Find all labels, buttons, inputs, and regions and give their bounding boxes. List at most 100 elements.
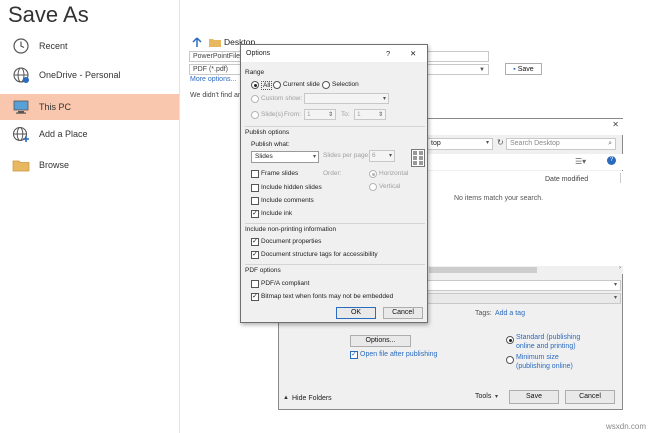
folder-icon: [12, 160, 30, 172]
view-options-icon[interactable]: ☰▾: [575, 157, 586, 166]
from-value: 1: [307, 111, 311, 118]
slides-per-page-select[interactable]: 6 ▾: [369, 150, 395, 162]
doc-properties-label: Document properties: [261, 238, 322, 245]
spinner-icon: ⇕: [377, 112, 383, 118]
scroll-right-icon[interactable]: ›: [619, 265, 621, 271]
ok-button[interactable]: OK: [336, 307, 376, 319]
range-heading: Range: [245, 69, 265, 76]
options-button[interactable]: Options...: [350, 335, 411, 347]
save-button[interactable]: ▪ Save: [505, 63, 542, 75]
place-label: Recent: [39, 41, 68, 51]
up-arrow-icon[interactable]: [192, 37, 202, 48]
options-title: Options: [246, 50, 271, 57]
help-icon[interactable]: ?: [607, 156, 616, 165]
place-browse[interactable]: Browse: [0, 152, 179, 178]
vertical-label: Vertical: [379, 183, 401, 190]
include-ink-checkbox[interactable]: ✓: [251, 210, 259, 218]
range-all-radio[interactable]: [251, 81, 259, 89]
pane-divider: [179, 0, 180, 433]
chevron-down-icon: ▼: [479, 67, 485, 73]
doc-properties-checkbox[interactable]: ✓: [251, 238, 259, 246]
publish-what-label: Publish what:: [251, 141, 290, 148]
pdfa-label: PDF/A compliant: [261, 280, 310, 287]
structure-tags-checkbox[interactable]: ✓: [251, 251, 259, 259]
place-recent[interactable]: Recent: [0, 33, 179, 59]
divider: [245, 264, 425, 265]
add-tag-link[interactable]: Add a tag: [495, 310, 525, 317]
divider: [245, 126, 425, 127]
frame-slides-checkbox[interactable]: [251, 170, 259, 178]
include-comments-label: Include comments: [261, 197, 314, 204]
filetype-value: PDF (*.pdf): [193, 66, 229, 73]
to-spinner[interactable]: 1 ⇕: [354, 109, 386, 120]
divider: [245, 223, 425, 224]
chevron-down-icon[interactable]: ▾: [495, 393, 498, 400]
search-input[interactable]: Search Desktop ⌕: [506, 138, 616, 150]
refresh-icon[interactable]: ↻: [497, 138, 504, 147]
standard-label-2: online and printing): [516, 343, 576, 350]
include-ink-label: Include ink: [261, 210, 293, 217]
search-icon: ⌕: [608, 140, 612, 147]
chevron-down-icon[interactable]: ▾: [486, 139, 489, 146]
publish-save-button[interactable]: Save: [509, 390, 559, 404]
bitmap-text-checkbox[interactable]: ✓: [251, 293, 259, 301]
custom-show-select[interactable]: ▾: [304, 93, 389, 104]
open-after-checkbox[interactable]: ✓: [350, 351, 358, 359]
vertical-radio[interactable]: [369, 183, 377, 191]
pdfa-checkbox[interactable]: [251, 280, 259, 288]
spinner-icon: ⇕: [327, 112, 333, 118]
close-button[interactable]: ✕: [410, 49, 416, 58]
file-list[interactable]: [427, 171, 623, 266]
folder-icon: [209, 39, 221, 47]
filename-field[interactable]: ▾: [427, 280, 621, 291]
standard-radio[interactable]: [506, 336, 514, 344]
range-selection-radio[interactable]: [322, 81, 330, 89]
publish-what-value: Slides: [255, 153, 273, 160]
toolbar-strip: [427, 154, 623, 170]
page-title: Save As: [8, 2, 89, 27]
column-divider: [620, 173, 621, 183]
open-after-label: Open file after publishing: [360, 351, 438, 358]
place-this-pc[interactable]: This PC: [0, 94, 179, 120]
horizontal-radio[interactable]: [369, 170, 377, 178]
slides-radio[interactable]: [251, 111, 259, 119]
watermark: wsxdn.com: [605, 422, 646, 431]
slides-per-page-value: 6: [372, 152, 376, 159]
custom-show-radio[interactable]: [251, 95, 259, 103]
from-spinner[interactable]: 1 ⇕: [304, 109, 336, 120]
publish-cancel-button[interactable]: Cancel: [565, 390, 615, 404]
include-hidden-checkbox[interactable]: [251, 184, 259, 192]
help-button[interactable]: ?: [386, 49, 390, 58]
horizontal-label: Horizontal: [379, 170, 409, 177]
chevron-down-icon: ▾: [388, 153, 392, 159]
place-onedrive[interactable]: OneDrive - Personal: [0, 62, 179, 88]
chevron-up-icon[interactable]: ▲: [283, 395, 289, 401]
publish-options-heading: Publish options: [245, 129, 290, 136]
column-date-modified[interactable]: Date modified: [545, 176, 588, 183]
structure-tags-label: Document structure tags for accessibilit…: [261, 251, 378, 258]
no-results-message: We didn't find an: [190, 92, 242, 99]
page-preview-icon: [411, 149, 425, 167]
hide-folders-button[interactable]: Hide Folders: [292, 395, 332, 402]
to-value: 1: [357, 111, 361, 118]
tools-menu[interactable]: Tools: [475, 393, 491, 400]
horizontal-scrollbar[interactable]: ›: [427, 265, 623, 274]
close-icon[interactable]: ✕: [612, 120, 619, 129]
range-selection-label: Selection: [332, 81, 359, 88]
publish-what-select[interactable]: Slides ▾: [251, 151, 319, 163]
range-current-radio[interactable]: [273, 81, 281, 89]
search-placeholder: Search Desktop: [510, 140, 560, 147]
include-comments-checkbox[interactable]: [251, 197, 259, 205]
place-add-a-place[interactable]: Add a Place: [0, 121, 179, 147]
scrollbar-thumb[interactable]: [429, 267, 537, 273]
from-label: From:: [284, 111, 301, 118]
more-options-link[interactable]: More options...: [190, 76, 236, 83]
chevron-down-icon: ▾: [312, 154, 316, 160]
breadcrumb: top: [431, 140, 441, 147]
bitmap-text-label: Bitmap text when fonts may not be embedd…: [261, 293, 394, 300]
custom-show-label: Custom show:: [261, 95, 303, 102]
minimum-size-radio[interactable]: [506, 356, 514, 364]
address-bar[interactable]: top: [427, 138, 493, 150]
cancel-button[interactable]: Cancel: [383, 307, 423, 319]
save-type-field[interactable]: ▾: [427, 293, 621, 304]
